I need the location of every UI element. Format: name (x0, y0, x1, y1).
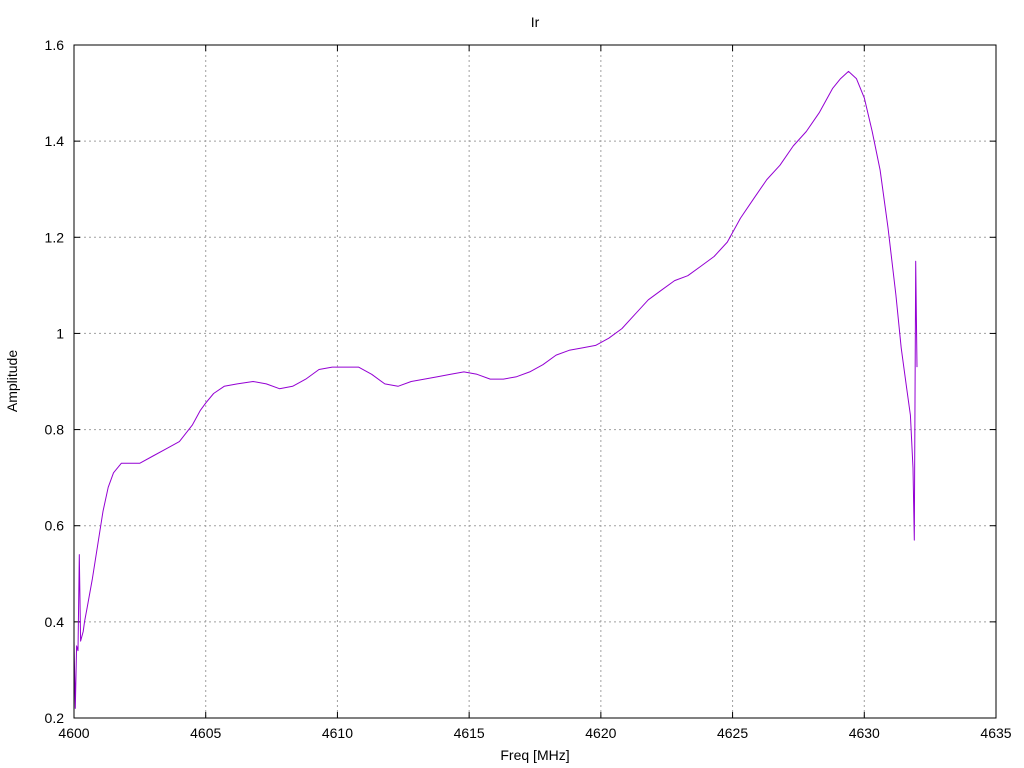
x-tick-label: 4615 (454, 725, 485, 741)
y-tick-label: 0.8 (45, 422, 65, 438)
chart-canvas: Ir 4600 4605 4610 4615 4620 4625 4630 4635 0.20… (4, 14, 1012, 763)
series-line (73, 70, 918, 709)
y-tick-label: 0.2 (45, 710, 65, 726)
y-tick-label: 1 (56, 325, 64, 341)
axis-ticks (73, 44, 997, 719)
y-tick-label: 1.4 (45, 133, 65, 149)
y-axis-tick-labels: 0.2 0.4 0.6 0.8 1 1.2 1.4 1.6 (45, 37, 65, 726)
x-axis-tick-labels: 4600 4605 4610 4615 4620 4625 4630 4635 (58, 725, 1011, 741)
x-tick-label: 4610 (322, 725, 353, 741)
x-tick-label: 4630 (849, 725, 880, 741)
chart-title: Ir (531, 14, 540, 30)
x-tick-label: 4605 (190, 725, 221, 741)
x-tick-label: 4600 (58, 725, 89, 741)
y-tick-label: 1.6 (45, 37, 65, 53)
x-tick-label: 4625 (717, 725, 748, 741)
x-tick-label: 4635 (980, 725, 1011, 741)
y-tick-label: 1.2 (45, 229, 65, 245)
plot-frame (73, 44, 997, 719)
y-axis-label: Amplitude (4, 350, 20, 412)
y-tick-label: 0.6 (45, 518, 65, 534)
x-axis-label: Freq [MHz] (500, 747, 569, 763)
x-tick-label: 4620 (585, 725, 616, 741)
grid-lines (74, 45, 996, 718)
series-layer (73, 70, 918, 709)
y-tick-label: 0.4 (45, 614, 65, 630)
